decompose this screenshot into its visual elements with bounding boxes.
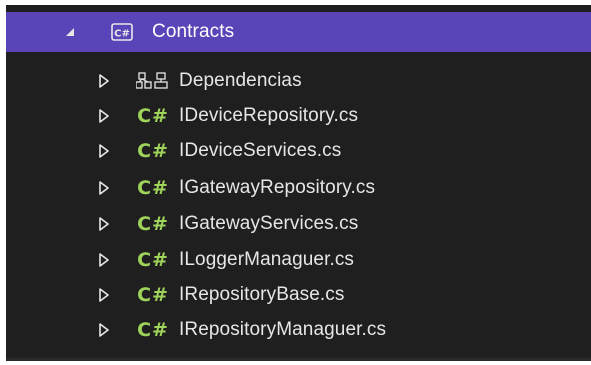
- tree-node-file[interactable]: C# ILoggerManaguer.cs: [6, 240, 591, 280]
- dependencies-icon: [134, 70, 172, 92]
- csharp-file-icon: C#: [137, 105, 169, 127]
- tree-node-file[interactable]: C# IDeviceServices.cs: [6, 131, 591, 171]
- csharp-file-icon: C#: [137, 319, 169, 341]
- tree-node-file[interactable]: C# IDeviceRepository.cs: [6, 96, 591, 136]
- csharp-file-icon: C#: [137, 177, 169, 199]
- screenshot-frame: C# Contracts Dependencias C# IDeviceRepo…: [0, 0, 591, 365]
- item-label: IRepositoryManaguer.cs: [179, 319, 387, 340]
- csharp-file-icon: C#: [137, 140, 169, 162]
- tree-node-file[interactable]: C# IGatewayServices.cs: [6, 204, 591, 244]
- collapse-arrow-icon[interactable]: [62, 24, 78, 40]
- svg-text:C#: C#: [114, 29, 130, 40]
- expand-arrow-icon[interactable]: [96, 252, 112, 268]
- expand-arrow-icon[interactable]: [96, 73, 112, 89]
- expand-arrow-icon[interactable]: [96, 180, 112, 196]
- csharp-file-icon: C#: [137, 284, 169, 306]
- divider: [6, 358, 591, 361]
- csharp-project-icon: C#: [110, 21, 134, 43]
- item-label: IDeviceServices.cs: [179, 140, 342, 161]
- item-label: IGatewayServices.cs: [179, 213, 359, 234]
- tree-node-dependencias[interactable]: Dependencias: [6, 61, 591, 101]
- item-label: Dependencias: [179, 70, 302, 91]
- solution-explorer-tree: C# Contracts Dependencias C# IDeviceRepo…: [6, 5, 591, 361]
- expand-arrow-icon[interactable]: [96, 287, 112, 303]
- expand-arrow-icon[interactable]: [96, 216, 112, 232]
- item-label: IGatewayRepository.cs: [179, 177, 376, 198]
- csharp-file-icon: C#: [137, 213, 169, 235]
- expand-arrow-icon[interactable]: [96, 108, 112, 124]
- tree-node-file[interactable]: C# IRepositoryBase.cs: [6, 275, 591, 315]
- expand-arrow-icon[interactable]: [96, 322, 112, 338]
- project-label: Contracts: [152, 21, 235, 42]
- csharp-file-icon: C#: [137, 249, 169, 271]
- tree-node-file[interactable]: C# IGatewayRepository.cs: [6, 168, 591, 208]
- expand-arrow-icon[interactable]: [96, 143, 112, 159]
- item-label: ILoggerManaguer.cs: [179, 249, 355, 270]
- tree-node-file[interactable]: C# IRepositoryManaguer.cs: [6, 310, 591, 350]
- item-label: IRepositoryBase.cs: [179, 284, 345, 305]
- tree-node-project-contracts[interactable]: C# Contracts: [6, 12, 591, 52]
- item-label: IDeviceRepository.cs: [179, 105, 359, 126]
